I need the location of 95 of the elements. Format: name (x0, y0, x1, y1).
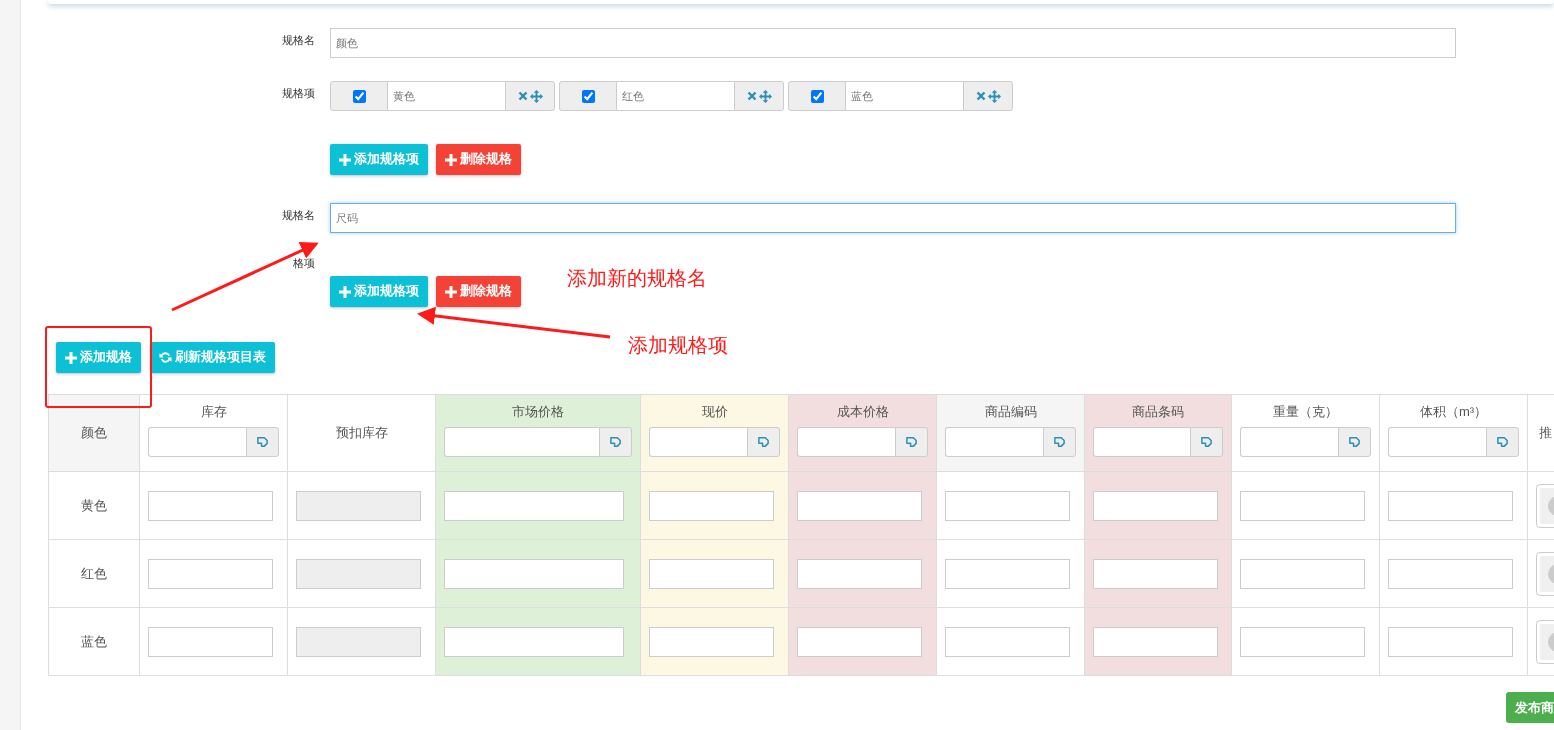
plus-icon (339, 153, 351, 166)
annotation-text: 添加新的规格名 (567, 268, 707, 288)
batch-fill-button[interactable] (1043, 426, 1076, 457)
cell-input[interactable] (945, 558, 1070, 589)
annotation-text: 添加规格项 (628, 335, 728, 355)
column-header: 推 (1527, 394, 1554, 472)
refresh-button[interactable]: 刷新规格项目表 (150, 342, 275, 374)
column-title: 商品编码 (983, 403, 1038, 422)
cell-input[interactable] (1093, 558, 1218, 589)
field-label: 规格名 (282, 34, 315, 48)
delete-spec-button[interactable]: 删除规格 (436, 144, 521, 175)
cell-input[interactable] (797, 626, 922, 657)
publish-button[interactable]: 发布商 (1506, 692, 1554, 724)
hand-icon (1496, 435, 1509, 449)
column-title: 重量（克） (1272, 403, 1339, 422)
row-label: 蓝色 (48, 607, 140, 676)
cell-input[interactable] (649, 490, 774, 521)
hand-icon (256, 435, 269, 449)
delete-spec-button[interactable]: 删除规格 (436, 276, 521, 308)
column-title: 现价 (700, 403, 729, 422)
plus-icon (445, 153, 457, 166)
close-icon[interactable] (975, 91, 986, 101)
batch-fill-button[interactable] (1190, 426, 1223, 457)
batch-input[interactable] (1388, 426, 1486, 457)
move-icon[interactable] (529, 89, 543, 103)
move-icon[interactable] (758, 89, 772, 103)
field-label: 格项 (293, 257, 315, 271)
batch-fill-button[interactable] (1486, 426, 1519, 457)
spec-name-field[interactable]: 尺码 (330, 203, 1456, 233)
row-label: 黄色 (48, 471, 140, 540)
hand-icon (1348, 435, 1361, 449)
spec-name-field[interactable]: 颜色 (330, 28, 1456, 58)
close-icon[interactable] (746, 91, 757, 101)
batch-input[interactable] (1093, 426, 1190, 457)
field-label: 规格项 (282, 87, 315, 101)
cell-input[interactable] (1388, 558, 1513, 589)
checkbox[interactable] (352, 89, 366, 103)
plus-icon (65, 351, 77, 364)
cell-input[interactable] (1240, 490, 1365, 521)
column-header: 预扣库存 (287, 394, 436, 472)
hand-icon (757, 435, 770, 449)
spec-item-field[interactable]: 蓝色 (846, 81, 963, 111)
checkbox[interactable] (581, 89, 595, 103)
add-item-button[interactable]: 添加规格项 (330, 144, 428, 175)
batch-fill-button[interactable] (599, 426, 632, 457)
hand-icon (1053, 435, 1066, 449)
cell-input[interactable] (1240, 626, 1365, 657)
batch-input[interactable] (649, 426, 747, 457)
close-icon[interactable] (517, 91, 528, 101)
batch-input[interactable] (1240, 426, 1338, 457)
spec-item-field[interactable]: 红色 (617, 81, 734, 111)
spec-item-field[interactable]: 黄色 (388, 81, 505, 111)
batch-input[interactable] (148, 426, 246, 457)
cell-input[interactable] (945, 626, 1070, 657)
cell-input[interactable] (148, 558, 273, 589)
refresh-icon (159, 351, 172, 365)
cell-input[interactable] (444, 626, 624, 657)
column-header: 颜色 (48, 394, 140, 472)
batch-fill-button[interactable] (1338, 426, 1371, 457)
column-title: 成本价格 (835, 403, 890, 422)
batch-input[interactable] (945, 426, 1043, 457)
cell-input[interactable] (1240, 558, 1365, 589)
add-item-button[interactable]: 添加规格项 (330, 276, 428, 308)
batch-fill-button[interactable] (246, 426, 279, 457)
cell-input[interactable] (1388, 626, 1513, 657)
cell-input[interactable] (649, 626, 774, 657)
column-title: 库存 (199, 403, 228, 422)
cell-input[interactable] (945, 490, 1070, 521)
cell-input[interactable] (797, 490, 922, 521)
hand-icon (1200, 435, 1213, 449)
add-spec-button[interactable]: 添加规格 (56, 342, 141, 374)
cell-input[interactable] (148, 626, 273, 657)
cell-input[interactable] (649, 558, 774, 589)
batch-input[interactable] (797, 426, 895, 457)
batch-fill-button[interactable] (747, 426, 780, 457)
hand-icon (905, 435, 918, 449)
cell-input[interactable] (148, 490, 273, 521)
checkbox[interactable] (810, 89, 824, 103)
cell-input[interactable] (1093, 490, 1218, 521)
batch-fill-button[interactable] (895, 426, 928, 457)
cell-input[interactable] (797, 558, 922, 589)
column-title: 商品条码 (1131, 403, 1185, 422)
batch-input[interactable] (444, 426, 599, 457)
cell-input[interactable] (444, 558, 624, 589)
hand-icon (609, 435, 622, 449)
column-title: 市场价格 (511, 403, 565, 422)
field-label: 规格名 (282, 209, 315, 223)
column-title: 体积（m³） (1418, 403, 1489, 422)
plus-icon (445, 285, 457, 298)
cell-input[interactable] (444, 490, 624, 521)
cell-input[interactable] (1093, 626, 1218, 657)
cell-input[interactable] (1388, 490, 1513, 521)
plus-icon (339, 285, 351, 298)
row-label: 红色 (48, 539, 140, 608)
move-icon[interactable] (987, 89, 1001, 103)
